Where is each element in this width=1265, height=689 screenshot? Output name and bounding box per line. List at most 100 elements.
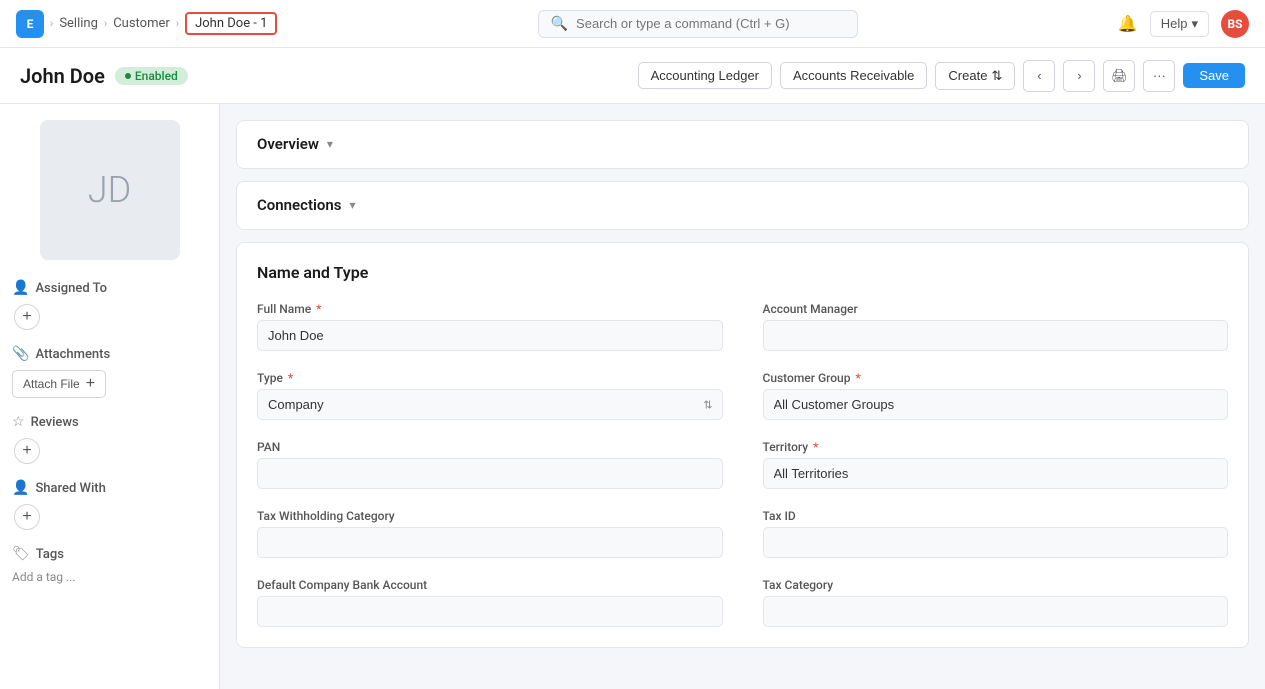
overview-card-header[interactable]: Overview ▾ [237, 121, 1248, 168]
status-badge: Enabled [115, 67, 188, 85]
tax-id-field: Tax ID [763, 509, 1229, 558]
overview-card: Overview ▾ [236, 120, 1249, 169]
page-title: John Doe [20, 64, 105, 88]
assigned-to-section: 👤 Assigned To + [12, 280, 207, 330]
attachments-header: 📎 Attachments [12, 346, 207, 362]
attach-file-button[interactable]: Attach File + [12, 370, 106, 398]
default-bank-label: Default Company Bank Account [257, 578, 723, 592]
connections-title: Connections [257, 196, 341, 214]
territory-required: * [813, 440, 818, 454]
print-button[interactable]: 🖨 [1103, 60, 1135, 92]
chevron-down-icon: ▾ [1191, 16, 1198, 32]
avatar[interactable]: BS [1221, 10, 1249, 38]
tax-id-input[interactable] [763, 527, 1229, 558]
assigned-to-label: Assigned To [35, 281, 107, 296]
attachments-label: Attachments [35, 347, 110, 362]
connections-card: Connections ▾ [236, 181, 1249, 230]
breadcrumb-sep-1: › [50, 17, 53, 30]
type-select[interactable]: Company Individual [257, 389, 723, 420]
full-name-field: Full Name * [257, 302, 723, 351]
breadcrumb-current: John Doe - 1 [185, 12, 277, 35]
tags-label: Tags [36, 547, 64, 562]
shared-with-section: 👤 Shared With + [12, 480, 207, 530]
create-button[interactable]: Create ⇅ [935, 62, 1015, 90]
status-label: Enabled [135, 69, 178, 83]
account-manager-field: Account Manager [763, 302, 1229, 351]
customer-group-label: Customer Group * [763, 371, 1229, 385]
shared-with-header: 👤 Shared With [12, 480, 207, 496]
reviews-label: Reviews [31, 415, 79, 430]
main-layout: JD 👤 Assigned To + 📎 Attachments Attach … [0, 104, 1265, 689]
app-icon[interactable]: E [16, 10, 44, 38]
breadcrumb-customer[interactable]: Customer [113, 16, 170, 31]
save-button[interactable]: Save [1183, 63, 1245, 88]
connections-chevron-icon: ▾ [349, 198, 355, 212]
form-grid: Full Name * Account Manager Type [257, 302, 1228, 627]
full-name-label: Full Name * [257, 302, 723, 316]
tax-category-field: Tax Category [763, 578, 1229, 627]
previous-button[interactable]: ‹ [1023, 60, 1055, 92]
help-button[interactable]: Help ▾ [1150, 11, 1209, 37]
tags-section: 🏷 Tags Add a tag ... [12, 546, 207, 584]
star-icon: ☆ [12, 414, 25, 430]
full-name-required: * [316, 302, 321, 316]
more-options-button[interactable]: ··· [1143, 60, 1175, 92]
pan-label: PAN [257, 440, 723, 454]
type-label: Type * [257, 371, 723, 385]
add-shared-with-button[interactable]: + [14, 504, 40, 530]
customer-group-input[interactable] [763, 389, 1229, 420]
breadcrumb-sep-2: › [104, 17, 107, 30]
overview-title: Overview [257, 135, 319, 153]
search-icon: 🔍 [551, 16, 568, 32]
notification-button[interactable]: 🔔 [1118, 14, 1138, 34]
navbar-right: 🔔 Help ▾ BS [1118, 10, 1249, 38]
add-review-button[interactable]: + [14, 438, 40, 464]
accounts-receivable-button[interactable]: Accounts Receivable [780, 62, 927, 89]
chevron-up-down-icon: ⇅ [991, 68, 1002, 84]
name-and-type-title: Name and Type [257, 263, 1228, 282]
reviews-header: ☆ Reviews [12, 414, 207, 430]
reviews-section: ☆ Reviews + [12, 414, 207, 464]
tax-category-input[interactable] [763, 596, 1229, 627]
full-name-input[interactable] [257, 320, 723, 351]
account-manager-label: Account Manager [763, 302, 1229, 316]
default-bank-field: Default Company Bank Account [257, 578, 723, 627]
name-and-type-form: Name and Type Full Name * Account Manage… [237, 243, 1248, 647]
tag-icon: 🏷 [12, 546, 30, 562]
type-select-wrapper: Company Individual [257, 389, 723, 420]
search-bar[interactable]: 🔍 [538, 10, 858, 38]
page-header: John Doe Enabled Accounting Ledger Accou… [0, 48, 1265, 104]
connections-card-header[interactable]: Connections ▾ [237, 182, 1248, 229]
name-and-type-card: Name and Type Full Name * Account Manage… [236, 242, 1249, 648]
territory-input[interactable] [763, 458, 1229, 489]
tags-header: 🏷 Tags [12, 546, 207, 562]
default-bank-input[interactable] [257, 596, 723, 627]
add-tag-text[interactable]: Add a tag ... [12, 570, 207, 584]
add-assigned-to-button[interactable]: + [14, 304, 40, 330]
page-title-area: John Doe Enabled [20, 64, 188, 88]
breadcrumb-selling[interactable]: Selling [59, 16, 98, 31]
pan-input[interactable] [257, 458, 723, 489]
type-field: Type * Company Individual [257, 371, 723, 420]
customer-group-field: Customer Group * [763, 371, 1229, 420]
accounting-ledger-button[interactable]: Accounting Ledger [638, 62, 772, 89]
tax-id-label: Tax ID [763, 509, 1229, 523]
plus-icon: + [86, 375, 95, 393]
user-icon: 👤 [12, 280, 29, 296]
breadcrumb-area: E › Selling › Customer › John Doe - 1 [16, 10, 277, 38]
overview-chevron-icon: ▾ [327, 137, 333, 151]
breadcrumb-sep-3: › [176, 17, 179, 30]
sidebar: JD 👤 Assigned To + 📎 Attachments Attach … [0, 104, 220, 689]
tax-category-label: Tax Category [763, 578, 1229, 592]
search-input[interactable] [576, 16, 845, 31]
territory-label: Territory * [763, 440, 1229, 454]
shared-icon: 👤 [12, 480, 29, 496]
shared-with-label: Shared With [35, 481, 105, 496]
content-area: Overview ▾ Connections ▾ Name and Type F… [220, 104, 1265, 689]
next-button[interactable]: › [1063, 60, 1095, 92]
assigned-to-header: 👤 Assigned To [12, 280, 207, 296]
account-manager-input[interactable] [763, 320, 1229, 351]
customer-avatar: JD [40, 120, 180, 260]
page-actions: Accounting Ledger Accounts Receivable Cr… [638, 60, 1245, 92]
tax-withholding-input[interactable] [257, 527, 723, 558]
